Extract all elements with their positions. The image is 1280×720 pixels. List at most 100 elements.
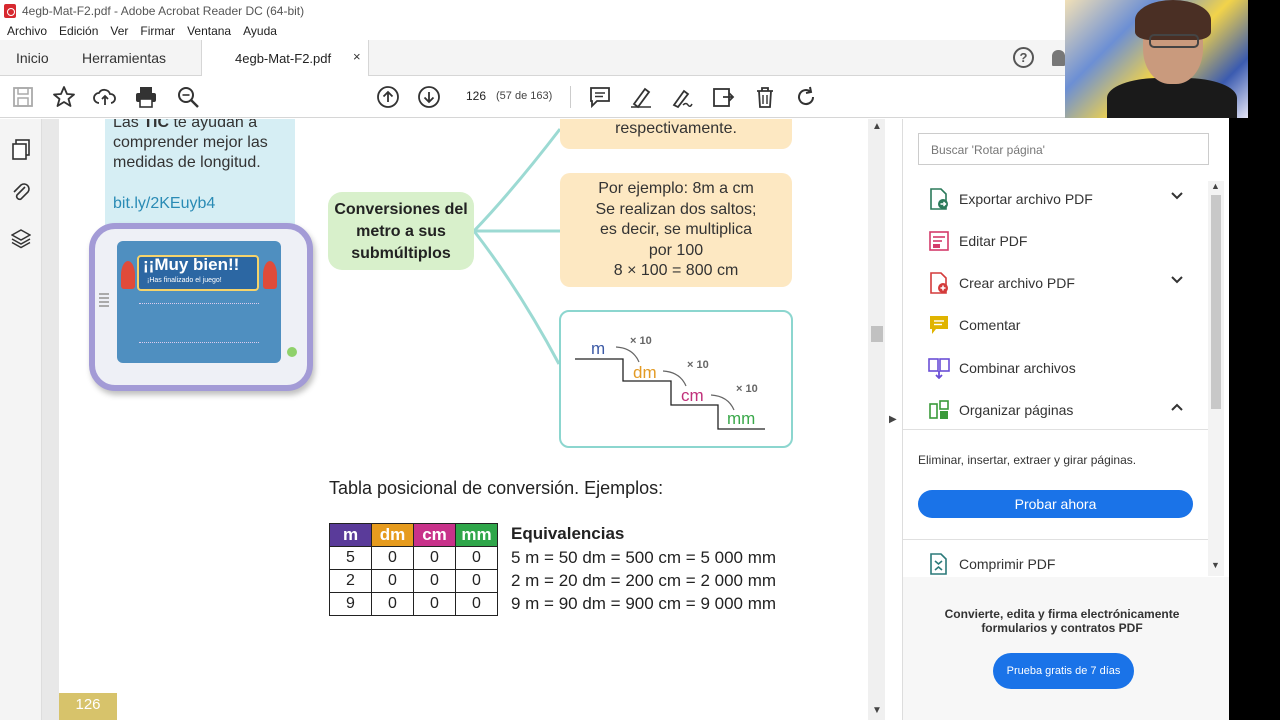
tool-comment[interactable]: Comentar: [903, 305, 1208, 345]
tab-document[interactable]: 4egb-Mat-F2.pdf ×: [201, 40, 369, 76]
comment-tool-icon: [928, 314, 950, 336]
pages-thumbnail-icon[interactable]: [11, 139, 31, 161]
scrollbar-thumb[interactable]: [871, 326, 883, 342]
webcam-overlay: [1065, 0, 1248, 118]
combine-files-icon: [928, 357, 950, 380]
page-count: (57 de 163): [496, 90, 553, 102]
stair-unit-dm: dm: [633, 363, 657, 382]
print-icon[interactable]: [134, 85, 158, 109]
conversion-table: m dm cm mm 5 0 0 0 2 0 0 0 9 0 0 0: [329, 523, 498, 616]
menu-ver[interactable]: Ver: [110, 24, 128, 38]
export-pdf-icon: [928, 188, 950, 210]
table-title: Tabla posicional de conversión. Ejemplos…: [329, 478, 664, 498]
info-box-top: respectivamente.: [560, 119, 792, 149]
table-cell: 0: [413, 546, 456, 570]
share-edit-icon[interactable]: [711, 85, 735, 109]
tools-panel-scrollbar[interactable]: ▲ ▼: [1208, 181, 1224, 576]
table-cell: 0: [371, 569, 414, 593]
tool-label: Exportar archivo PDF: [959, 191, 1093, 207]
scroll-down-icon[interactable]: ▼: [872, 705, 882, 716]
table-cell: 0: [455, 546, 498, 570]
menu-edicion[interactable]: Edición: [59, 24, 98, 38]
layers-icon[interactable]: [10, 227, 32, 249]
tool-label: Combinar archivos: [959, 360, 1076, 376]
equivalence-row: 2 m = 20 dm = 200 cm = 2 000 mm: [511, 571, 777, 590]
tab-document-label: 4egb-Mat-F2.pdf: [235, 51, 332, 66]
tool-label: Comprimir PDF: [959, 556, 1056, 572]
scrollbar-thumb[interactable]: [1211, 195, 1221, 409]
page-number-input[interactable]: 126: [458, 84, 494, 108]
trash-icon[interactable]: [753, 85, 777, 109]
menu-firmar[interactable]: Firmar: [140, 24, 175, 38]
star-icon[interactable]: [52, 85, 76, 109]
tools-search-input[interactable]: Buscar 'Rotar página': [918, 133, 1209, 165]
tool-edit-pdf[interactable]: Editar PDF: [903, 221, 1208, 261]
left-nav-rail: [0, 119, 42, 720]
scroll-up-icon[interactable]: ▲: [1211, 181, 1220, 191]
organize-description: Eliminar, insertar, extraer y girar pági…: [918, 453, 1137, 467]
toolbar: 126 (57 de 163): [0, 76, 1065, 118]
cloud-upload-icon[interactable]: [93, 85, 117, 109]
panel-divider: [903, 429, 1208, 430]
tool-create-pdf[interactable]: Crear archivo PDF: [903, 263, 1208, 303]
stairs-lines: [575, 346, 765, 430]
tool-label: Organizar páginas: [959, 402, 1074, 418]
page-up-icon[interactable]: [376, 85, 400, 109]
comment-icon[interactable]: [588, 85, 612, 109]
tool-organize-pages[interactable]: Organizar páginas: [903, 390, 1208, 430]
save-icon[interactable]: [11, 85, 35, 109]
tool-label: Comentar: [959, 317, 1021, 333]
menu-bar: Archivo Edición Ver Firmar Ventana Ayuda: [0, 22, 1065, 40]
attachment-paperclip-icon[interactable]: [11, 181, 31, 203]
chevron-down-icon[interactable]: [1171, 274, 1183, 289]
pdf-page: Las TIC te ayudan a comprender mejor las…: [59, 119, 868, 720]
chevron-down-icon[interactable]: [1171, 190, 1183, 205]
table-cell: 0: [371, 592, 414, 616]
stair-unit-mm: mm: [727, 409, 756, 428]
tool-label: Crear archivo PDF: [959, 275, 1075, 291]
window-title: 4egb-Mat-F2.pdf - Adobe Acrobat Reader D…: [22, 4, 305, 18]
tab-inicio[interactable]: Inicio: [16, 50, 49, 66]
redo-rotate-icon[interactable]: [794, 85, 818, 109]
close-icon[interactable]: ×: [353, 49, 361, 64]
notification-bell-icon[interactable]: [1052, 50, 1065, 66]
example-line: Se realizan dos saltos;: [595, 200, 757, 218]
stair-multiplier: × 10: [736, 383, 758, 395]
stair-unit-cm: cm: [681, 386, 704, 405]
table-header-cm: cm: [413, 523, 456, 547]
compress-pdf-icon: [928, 553, 950, 575]
scroll-up-icon[interactable]: ▲: [872, 121, 882, 132]
scroll-down-icon[interactable]: ▼: [1211, 560, 1220, 570]
tab-bar: Inicio Herramientas 4egb-Mat-F2.pdf × ?: [0, 40, 1065, 76]
tool-export-pdf[interactable]: Exportar archivo PDF: [903, 179, 1208, 219]
free-trial-button[interactable]: Prueba gratis de 7 días: [993, 653, 1134, 689]
menu-ayuda[interactable]: Ayuda: [243, 24, 277, 38]
zoom-search-icon[interactable]: [176, 85, 200, 109]
webcam-person-body: [1107, 78, 1237, 118]
edit-pdf-icon: [928, 230, 950, 252]
sign-icon[interactable]: [670, 85, 694, 109]
try-now-button[interactable]: Probar ahora: [918, 490, 1193, 518]
title-bar: 4egb-Mat-F2.pdf - Adobe Acrobat Reader D…: [0, 0, 1065, 22]
help-icon[interactable]: ?: [1013, 47, 1034, 68]
table-cell: 0: [371, 546, 414, 570]
table-row: 5 0 0 0: [329, 546, 498, 570]
panel-divider: [903, 539, 1208, 540]
example-line: por 100: [648, 241, 704, 259]
center-node: Conversiones del metro a sus submúltiplo…: [328, 192, 474, 270]
table-cell: 0: [455, 569, 498, 593]
stair-multiplier: × 10: [630, 335, 652, 347]
tools-panel: Buscar 'Rotar página' Exportar archivo P…: [902, 119, 1230, 720]
chevron-up-icon[interactable]: [1171, 401, 1183, 416]
highlight-pen-icon[interactable]: [629, 85, 653, 109]
table-header-m: m: [329, 523, 372, 547]
tool-combine-files[interactable]: Combinar archivos: [903, 348, 1208, 388]
menu-archivo[interactable]: Archivo: [7, 24, 47, 38]
organize-pages-icon: [928, 399, 950, 421]
document-scrollbar[interactable]: ▲ ▼: [868, 119, 885, 720]
tab-herramientas[interactable]: Herramientas: [82, 50, 166, 66]
collapse-right-panel-icon[interactable]: ▶: [889, 414, 897, 425]
page-down-icon[interactable]: [417, 85, 441, 109]
equivalences-title: Equivalencias: [511, 524, 625, 543]
menu-ventana[interactable]: Ventana: [187, 24, 231, 38]
